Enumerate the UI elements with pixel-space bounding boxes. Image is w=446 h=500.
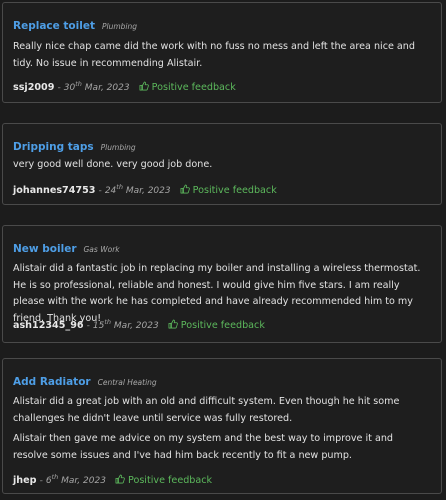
review-date: 30th Mar, 2023 [63,80,130,93]
feedback-label: Positive feedback [180,320,265,331]
review-card: New boiler Gas Work Alistair did a fantas… [2,225,442,343]
review-footer: ssj2009 - 30th Mar, 2023 Positive feedba… [13,80,236,94]
review-card: Add Radiator Central Heating Alistair did… [2,358,442,494]
review-footer: ash12345_96 - 15th Mar, 2023 Positive fe… [13,318,265,332]
review-header: Add Radiator Central Heating [13,370,157,389]
review-text: Alistair then gave me advice on my syste… [13,433,393,461]
review-date: 24th Mar, 2023 [104,183,171,196]
reviewer-name[interactable]: ssj2009 [13,82,54,93]
review-text: very good well done. very good job done. [13,159,213,170]
review-date: 15th Mar, 2023 [92,318,159,331]
review-category: Central Heating [97,378,157,387]
thumbs-up-icon [139,81,149,94]
review-category: Gas Work [83,245,120,254]
review-header: Replace toilet Plumbing [13,14,137,33]
review-card: Replace toilet Plumbing Really nice chap … [2,2,442,103]
reviewer-name[interactable]: johannes74753 [13,185,95,196]
thumbs-up-icon [180,184,190,197]
review-title[interactable]: Dripping taps [13,141,94,153]
review-category: Plumbing [101,22,138,31]
feedback-label: Positive feedback [192,185,277,196]
review-footer: johannes74753 - 24th Mar, 2023 Positive … [13,183,277,197]
review-card: Dripping taps Plumbing very good well don… [2,123,442,205]
review-title[interactable]: Add Radiator [13,376,91,388]
review-title[interactable]: New boiler [13,243,77,255]
review-text: Alistair did a great job with an old and… [13,396,400,424]
feedback-label: Positive feedback [128,475,213,486]
review-footer: jhep - 6th Mar, 2023 Positive feedback [13,473,213,487]
reviewer-name[interactable]: ash12345_96 [13,320,84,331]
thumbs-up-icon [168,319,178,332]
review-text: Really nice chap came did the work with … [13,41,415,69]
review-date: 6th Mar, 2023 [45,473,106,486]
review-header: New boiler Gas Work [13,237,120,256]
reviewer-name[interactable]: jhep [13,475,37,486]
feedback-label: Positive feedback [151,82,236,93]
review-category: Plumbing [100,143,136,152]
review-header: Dripping taps Plumbing [13,135,136,154]
review-title[interactable]: Replace toilet [13,20,95,32]
thumbs-up-icon [115,474,125,487]
